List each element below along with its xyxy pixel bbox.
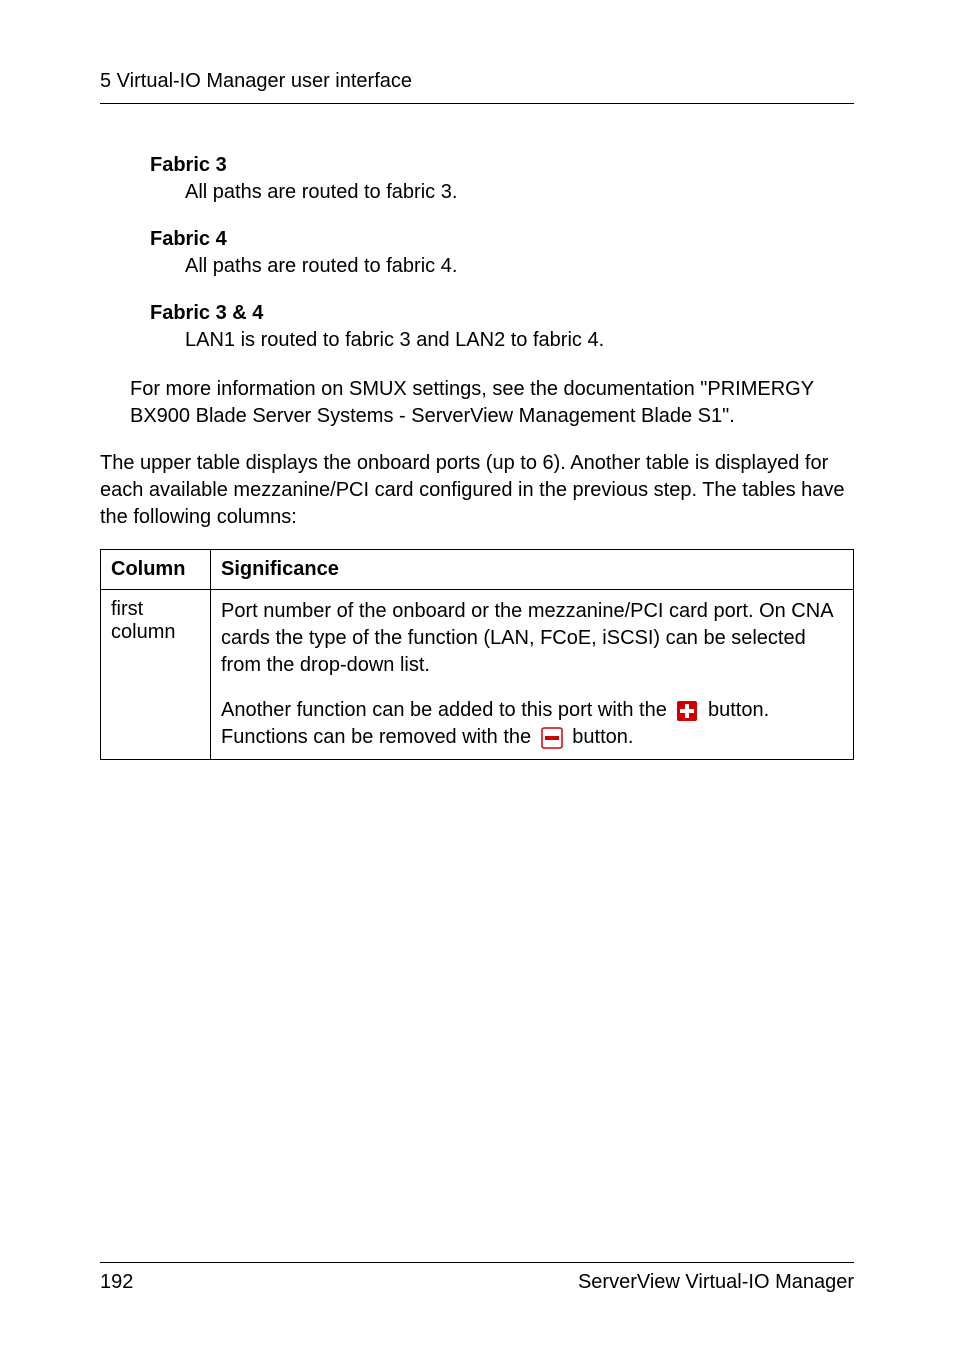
fabric4-title: Fabric 4 xyxy=(150,228,854,251)
row1-col2-p1: Port number of the onboard or the mezzan… xyxy=(221,598,843,679)
row1-col2: Port number of the onboard or the mezzan… xyxy=(211,590,854,760)
product-name: ServerView Virtual-IO Manager xyxy=(578,1271,854,1294)
col2-header: Significance xyxy=(211,550,854,590)
footer: 192 ServerView Virtual-IO Manager xyxy=(100,1262,854,1294)
row1-col2-p2c: button. xyxy=(567,726,634,748)
minus-icon xyxy=(541,727,563,749)
fabric34-body: LAN1 is routed to fabric 3 and LAN2 to f… xyxy=(185,329,854,352)
fabric4-section: Fabric 4 All paths are routed to fabric … xyxy=(150,228,854,278)
upper-table-intro: The upper table displays the onboard por… xyxy=(100,450,854,531)
header-section-title: 5 Virtual-IO Manager user interface xyxy=(100,70,854,93)
plus-icon xyxy=(676,700,698,722)
fabric34-title: Fabric 3 & 4 xyxy=(150,302,854,325)
columns-table: Column Significance first column Port nu… xyxy=(100,549,854,760)
table-row: first column Port number of the onboard … xyxy=(101,590,854,760)
row1-col2-p2a: Another function can be added to this po… xyxy=(221,699,672,721)
row1-col1: first column xyxy=(101,590,211,760)
fabric34-section: Fabric 3 & 4 LAN1 is routed to fabric 3 … xyxy=(150,302,854,352)
header-divider xyxy=(100,103,854,104)
table-header-row: Column Significance xyxy=(101,550,854,590)
fabric3-body: All paths are routed to fabric 3. xyxy=(185,181,854,204)
page-number: 192 xyxy=(100,1271,133,1294)
fabric4-body: All paths are routed to fabric 4. xyxy=(185,255,854,278)
col1-header: Column xyxy=(101,550,211,590)
fabric3-title: Fabric 3 xyxy=(150,154,854,177)
fabric3-section: Fabric 3 All paths are routed to fabric … xyxy=(150,154,854,204)
smux-info: For more information on SMUX settings, s… xyxy=(130,376,854,430)
row1-col2-p2: Another function can be added to this po… xyxy=(221,697,843,751)
